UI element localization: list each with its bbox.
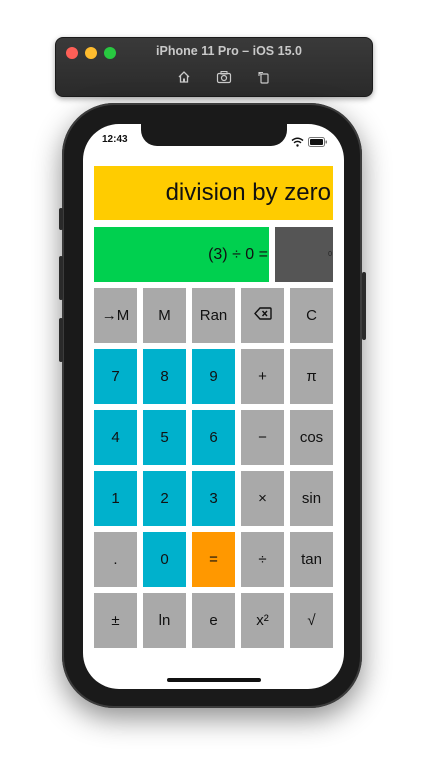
memory-display: 0 [275, 227, 333, 282]
simulator-title-bar: iPhone 11 Pro – iOS 15.0 [55, 37, 373, 97]
memory-recall-button[interactable]: M [143, 288, 186, 343]
digit-4-button[interactable]: 4 [94, 410, 137, 465]
rotate-icon[interactable] [255, 68, 273, 86]
home-icon[interactable] [175, 68, 193, 86]
simulator-toolbar [56, 68, 372, 86]
status-time: 12:43 [102, 134, 128, 145]
digit-7-button[interactable]: 7 [94, 349, 137, 404]
simulator-title: iPhone 11 Pro – iOS 15.0 [156, 44, 302, 58]
sqrt-button[interactable]: √ [290, 593, 333, 648]
backspace-button[interactable]: ⌫ [241, 288, 284, 343]
tan-button[interactable]: tan [290, 532, 333, 587]
e-button[interactable]: e [192, 593, 235, 648]
home-indicator[interactable] [167, 678, 261, 682]
volume-up-button [59, 256, 63, 300]
sin-button[interactable]: sin [290, 471, 333, 526]
status-icons [291, 134, 328, 152]
digit-0-button[interactable]: 0 [143, 532, 186, 587]
plus-button[interactable]: + [241, 349, 284, 404]
result-display: division by zero [94, 166, 333, 220]
minus-button[interactable]: − [241, 410, 284, 465]
pi-button[interactable]: π [290, 349, 333, 404]
digit-9-button[interactable]: 9 [192, 349, 235, 404]
wifi-icon [291, 134, 304, 152]
decimal-button[interactable]: . [94, 532, 137, 587]
digit-8-button[interactable]: 8 [143, 349, 186, 404]
sign-button[interactable]: ± [94, 593, 137, 648]
power-button [362, 272, 366, 340]
simulator-stage: iPhone 11 Pro – iOS 15.0 12:43 division … [0, 0, 426, 783]
backspace-icon [253, 307, 272, 324]
screenshot-icon[interactable] [215, 68, 233, 86]
expression-display: (3) ÷ 0 = [94, 227, 269, 282]
keypad: →MMRan⌫C 789+π 456−cos 123×sin.0=÷tan ±lnex²… [94, 288, 333, 648]
mute-switch [59, 208, 63, 230]
volume-down-button [59, 318, 63, 362]
divide-button[interactable]: ÷ [241, 532, 284, 587]
multiply-button[interactable]: × [241, 471, 284, 526]
digit-3-button[interactable]: 3 [192, 471, 235, 526]
digit-2-button[interactable]: 2 [143, 471, 186, 526]
memory-store-button[interactable]: →M [94, 288, 137, 343]
notch [141, 124, 287, 146]
battery-icon [308, 134, 328, 152]
digit-6-button[interactable]: 6 [192, 410, 235, 465]
equals-button[interactable]: = [192, 532, 235, 587]
digit-1-button[interactable]: 1 [94, 471, 137, 526]
ln-button[interactable]: ln [143, 593, 186, 648]
digit-5-button[interactable]: 5 [143, 410, 186, 465]
clear-button[interactable]: C [290, 288, 333, 343]
square-button[interactable]: x² [241, 593, 284, 648]
phone-screen: 12:43 division by zero (3) ÷ 0 = 0 →M M Ra… [83, 124, 344, 689]
cos-button[interactable]: cos [290, 410, 333, 465]
random-button[interactable]: Ran [192, 288, 235, 343]
